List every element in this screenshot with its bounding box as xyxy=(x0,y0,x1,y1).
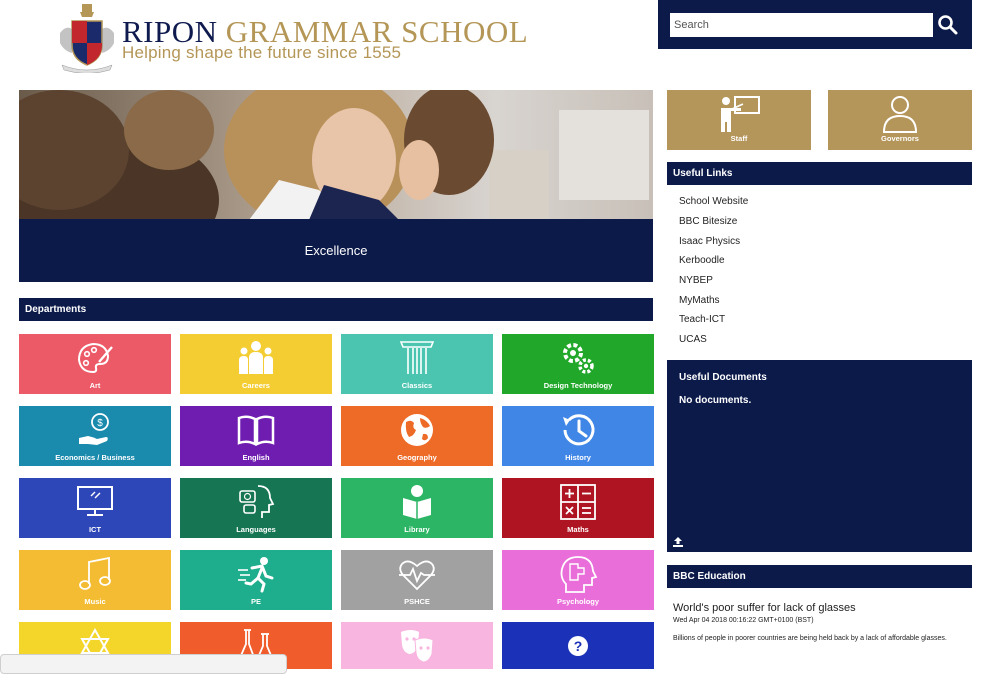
link-kerboodle[interactable]: Kerboodle xyxy=(679,255,725,266)
staff-label: Staff xyxy=(730,134,748,143)
governors-label: Governors xyxy=(881,134,919,143)
languages-icon xyxy=(239,485,275,518)
link-ucas[interactable]: UCAS xyxy=(679,334,707,345)
tile-drama[interactable] xyxy=(341,622,493,669)
link-teach-ict[interactable]: Teach-ICT xyxy=(679,314,725,325)
link-bbc-bitesize[interactable]: BBC Bitesize xyxy=(679,216,737,227)
tile-label: Classics xyxy=(401,381,433,390)
tile-maths[interactable]: Maths xyxy=(502,478,654,538)
people-icon xyxy=(239,341,273,374)
tile-careers[interactable]: Careers xyxy=(180,334,332,394)
tile-label: Design Technology xyxy=(543,381,613,390)
tile-label: Economics / Business xyxy=(55,453,135,462)
money-hand-icon: $ xyxy=(79,413,109,445)
tile-label: Maths xyxy=(567,525,589,534)
globe-icon xyxy=(401,414,433,446)
departments-heading: Departments xyxy=(19,298,653,321)
tile-design-technology[interactable]: Design Technology xyxy=(502,334,654,394)
calculator-icon xyxy=(560,484,596,520)
tile-label: Music xyxy=(84,597,106,606)
tile-history[interactable]: History xyxy=(502,406,654,466)
brain-head-icon xyxy=(560,556,598,593)
search-button[interactable] xyxy=(936,13,960,37)
useful-documents-heading: Useful Documents xyxy=(679,372,767,383)
upload-icon[interactable] xyxy=(672,536,684,548)
hero-caption: Excellence xyxy=(19,219,653,282)
tile-economics-business[interactable]: $ Economics / Business xyxy=(19,406,171,466)
link-mymaths[interactable]: MyMaths xyxy=(679,295,720,306)
svg-text:?: ? xyxy=(574,638,583,654)
person-icon xyxy=(882,96,918,133)
tile-label: PSHCE xyxy=(404,597,430,606)
tile-label: History xyxy=(565,453,591,462)
search-panel xyxy=(658,0,972,49)
tile-ict[interactable]: ICT xyxy=(19,478,171,538)
tile-label: Languages xyxy=(236,525,276,534)
gears-icon xyxy=(563,343,594,374)
runner-icon xyxy=(238,557,274,593)
tile-pshce[interactable]: PSHCE xyxy=(341,550,493,610)
tile-library[interactable]: Library xyxy=(341,478,493,538)
useful-documents-panel: Useful Documents No documents. xyxy=(667,360,972,552)
school-crest-logo[interactable] xyxy=(58,3,116,74)
tile-english[interactable]: English xyxy=(180,406,332,466)
news-headline[interactable]: World's poor suffer for lack of glasses xyxy=(673,602,856,614)
tile-art[interactable]: Art xyxy=(19,334,171,394)
column-icon xyxy=(399,341,435,374)
link-isaac-physics[interactable]: Isaac Physics xyxy=(679,236,740,247)
tile-more[interactable]: ? xyxy=(502,622,654,669)
tile-psychology[interactable]: Psychology xyxy=(502,550,654,610)
tile-label: Library xyxy=(404,525,430,534)
tile-geography[interactable]: Geography xyxy=(341,406,493,466)
tile-classics[interactable]: Classics xyxy=(341,334,493,394)
no-documents-text: No documents. xyxy=(679,395,752,406)
browser-status-bar xyxy=(0,654,287,674)
theatre-masks-icon xyxy=(401,630,434,663)
reader-icon xyxy=(403,485,431,519)
tile-label: Psychology xyxy=(556,597,600,606)
tile-label: Geography xyxy=(397,453,437,462)
tile-pe[interactable]: PE xyxy=(180,550,332,610)
heartbeat-icon xyxy=(399,560,435,591)
search-input[interactable] xyxy=(670,13,933,37)
tile-label: ICT xyxy=(88,525,102,534)
tile-label: PE xyxy=(250,597,261,606)
monitor-icon xyxy=(77,486,113,516)
school-tagline: Helping shape the future since 1555 xyxy=(122,43,402,62)
tile-languages[interactable]: Languages xyxy=(180,478,332,538)
music-note-icon xyxy=(79,556,111,590)
link-nybep[interactable]: NYBEP xyxy=(679,275,713,286)
svg-text:$: $ xyxy=(97,418,103,429)
bbc-education-heading: BBC Education xyxy=(667,565,972,588)
search-icon xyxy=(938,15,958,35)
governors-button[interactable]: Governors xyxy=(828,90,972,150)
staff-button[interactable]: Staff xyxy=(667,90,811,150)
link-school-website[interactable]: School Website xyxy=(679,196,748,207)
news-summary: Billions of people in poorer countries a… xyxy=(673,635,947,642)
tile-music[interactable]: Music xyxy=(19,550,171,610)
history-icon xyxy=(563,414,595,446)
teacher-board-icon xyxy=(721,96,760,132)
tile-label: Art xyxy=(89,381,101,390)
tile-label: English xyxy=(242,453,270,462)
palette-icon xyxy=(77,342,113,374)
useful-links-heading: Useful Links xyxy=(667,162,972,185)
hero-image xyxy=(19,90,653,220)
question-icon: ? xyxy=(568,636,588,656)
news-timestamp: Wed Apr 04 2018 00:16:22 GMT+0100 (BST) xyxy=(673,617,814,624)
tile-label: Careers xyxy=(242,381,270,390)
book-icon xyxy=(237,415,275,447)
